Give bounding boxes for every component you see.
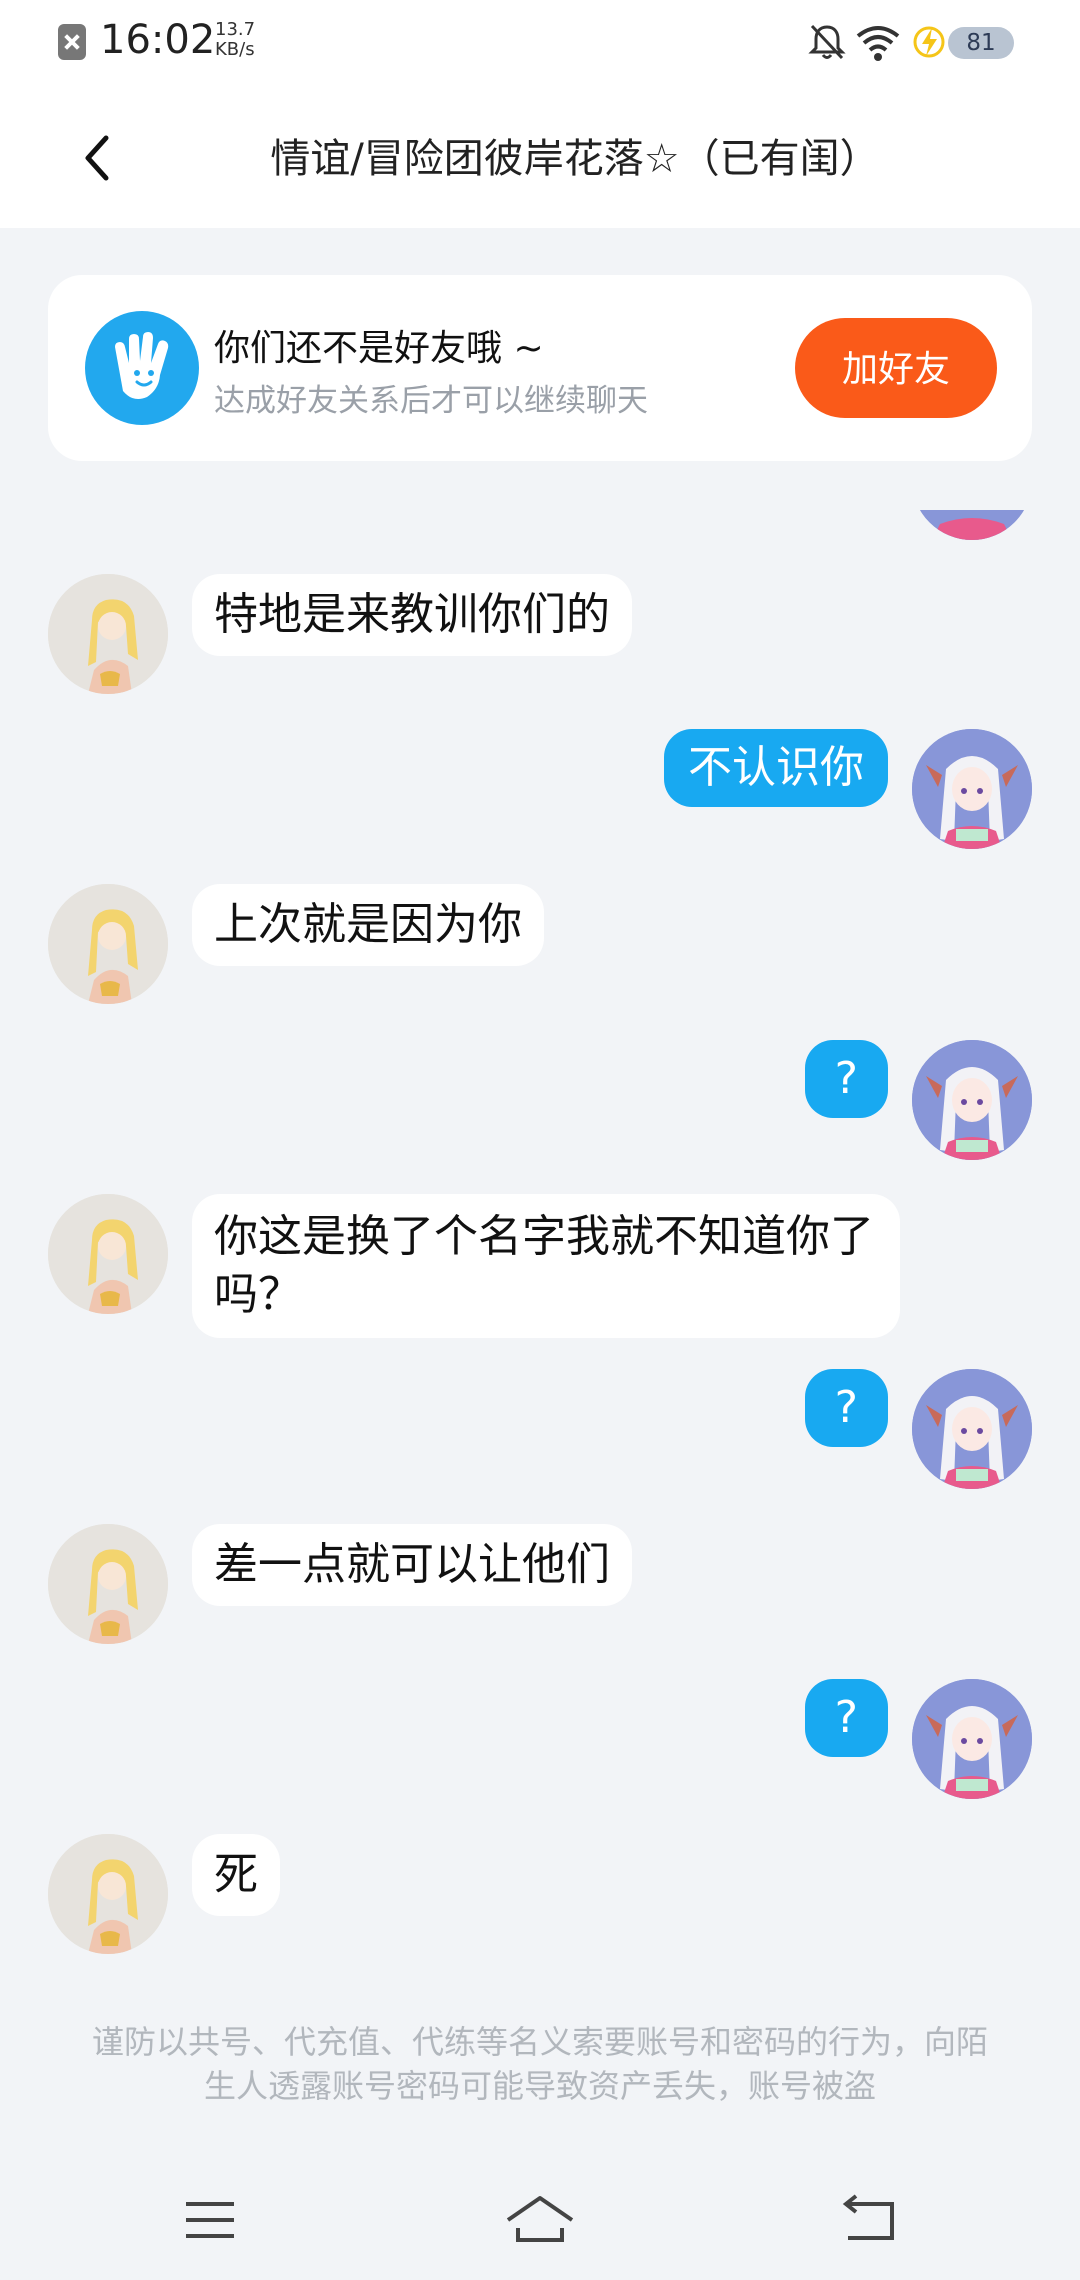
- security-warning: 谨防以共号、代充值、代练等名义索要账号和密码的行为，向陌生人透露账号密码可能导致…: [91, 2023, 988, 2105]
- status-bar: 16:02 13.7 KB/s 81: [0, 0, 1080, 88]
- friend-notice-title: 你们还不是好友哦 ~: [214, 328, 544, 369]
- avatar[interactable]: [912, 1040, 1032, 1160]
- network-speed: 13.7 KB/s: [215, 20, 275, 60]
- avatar[interactable]: [912, 729, 1032, 849]
- message-bubble-incoming: 上次就是因为你: [192, 884, 544, 966]
- avatar[interactable]: [48, 884, 168, 1004]
- avatar[interactable]: [48, 1194, 168, 1314]
- message-bubble-incoming: 死: [192, 1834, 280, 1916]
- friend-notice-subtitle: 达成好友关系后才可以继续聊天: [214, 383, 648, 419]
- message-bubble-outgoing: ?: [804, 1369, 888, 1447]
- avatar[interactable]: [48, 1834, 168, 1954]
- menu-icon[interactable]: [170, 2190, 250, 2250]
- friend-notice-card: 你们还不是好友哦 ~ 达成好友关系后才可以继续聊天 加好友: [48, 275, 1032, 461]
- status-time: 16:02: [100, 17, 216, 63]
- message-bubble-incoming: 差一点就可以让他们: [192, 1524, 632, 1606]
- avatar[interactable]: [48, 574, 168, 694]
- wifi-icon: [856, 26, 900, 61]
- chat-header: 情谊/冒险团彼岸花落☆（已有闺）: [0, 88, 1080, 228]
- network-speed-value: 13.7: [215, 19, 256, 40]
- message-bubble-outgoing: 不认识你: [664, 729, 888, 807]
- bell-muted-icon: [808, 24, 846, 60]
- avatar[interactable]: [912, 1679, 1032, 1799]
- back-icon[interactable]: [830, 2190, 910, 2250]
- message-bubble-incoming: 特地是来教训你们的: [192, 574, 632, 656]
- message-bubble-incoming: 你这是换了个名字我就不知道你了吗？: [192, 1194, 900, 1338]
- message-bubble-outgoing: ?: [804, 1040, 888, 1118]
- charging-icon: [913, 26, 945, 58]
- message-bubble-outgoing: ?: [804, 1679, 888, 1757]
- add-friend-button[interactable]: 加好友: [795, 318, 997, 418]
- network-speed-unit: KB/s: [215, 39, 255, 60]
- home-icon[interactable]: [500, 2190, 580, 2250]
- chevron-left-icon[interactable]: [70, 128, 130, 188]
- chat-title: 情谊/冒险团彼岸花落☆（已有闺）: [270, 136, 880, 182]
- hand-wave-icon: [85, 311, 199, 425]
- avatar[interactable]: [48, 1524, 168, 1644]
- notification-close-icon: [58, 24, 86, 60]
- battery-icon: 81: [948, 27, 1014, 59]
- avatar[interactable]: [912, 1369, 1032, 1489]
- system-nav-bar: [0, 2160, 1080, 2280]
